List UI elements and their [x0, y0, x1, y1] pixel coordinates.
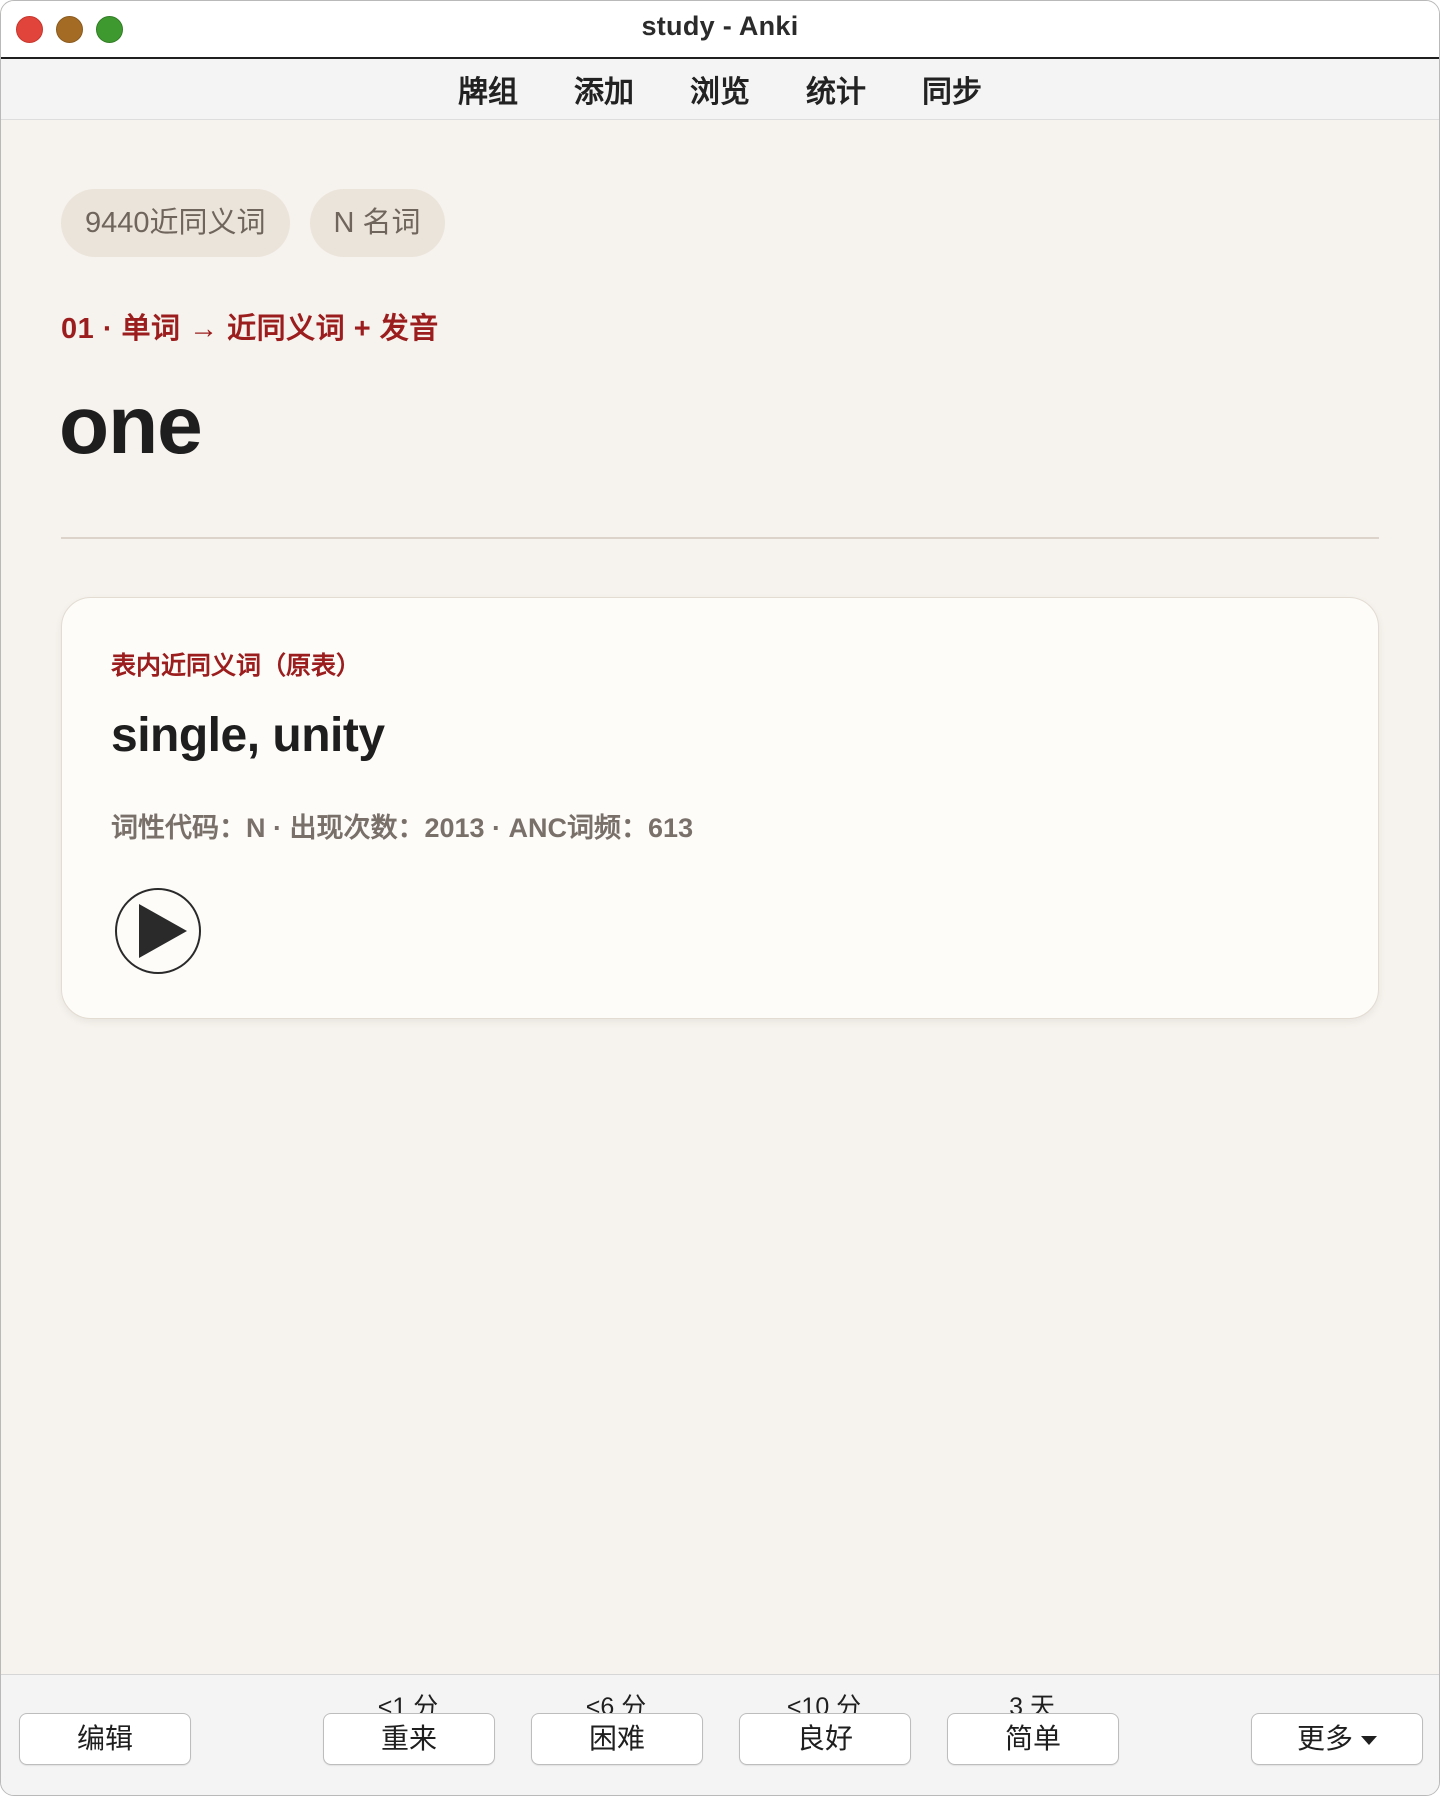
- more-button-label: 更多: [1296, 1723, 1353, 1754]
- tag-deck: 9440近同义词: [61, 189, 290, 257]
- nav-stats[interactable]: 统计: [778, 67, 894, 111]
- more-button[interactable]: 更多: [1251, 1713, 1423, 1765]
- easy-button[interactable]: 简单: [947, 1713, 1119, 1765]
- good-button[interactable]: 良好: [739, 1713, 911, 1765]
- edit-button[interactable]: 编辑: [19, 1713, 191, 1765]
- synonym-panel: 表内近同义词（原表） single, unity 词性代码：N · 出现次数：2…: [61, 597, 1379, 1019]
- headword: one: [59, 380, 203, 471]
- synonyms-text: single, unity: [111, 709, 385, 762]
- card-content: 9440近同义词 N 名词 01 · 单词 → 近同义词 + 发音 one 表内…: [1, 121, 1439, 1673]
- tag-list: 9440近同义词 N 名词: [61, 189, 445, 257]
- chevron-down-icon: [1361, 1736, 1377, 1746]
- top-nav: 牌组 添加 浏览 统计 同步: [1, 59, 1439, 120]
- nav-browse[interactable]: 浏览: [662, 67, 778, 111]
- hard-button[interactable]: 困难: [531, 1713, 703, 1765]
- title-bar: study - Anki: [1, 1, 1439, 59]
- play-audio-button[interactable]: [115, 888, 201, 974]
- window-title: study - Anki: [641, 11, 799, 41]
- synonym-panel-label: 表内近同义词（原表）: [111, 652, 362, 680]
- nav-add[interactable]: 添加: [546, 67, 662, 111]
- word-meta: 词性代码：N · 出现次数：2013 · ANC词频：613: [111, 813, 694, 843]
- nav-sync[interactable]: 同步: [894, 67, 1010, 111]
- tag-part-of-speech: N 名词: [309, 189, 445, 257]
- divider: [61, 537, 1379, 539]
- answer-bar: 编辑 <1 分 重来 <6 分 困难 <10 分 良好 3 天 简单 更多: [1, 1674, 1439, 1795]
- again-button[interactable]: 重来: [323, 1713, 495, 1765]
- play-icon: [139, 904, 187, 958]
- nav-decks[interactable]: 牌组: [430, 67, 546, 111]
- anki-window: study - Anki 牌组 添加 浏览 统计 同步 9440近同义词 N 名…: [0, 0, 1440, 1796]
- card-route: 01 · 单词 → 近同义词 + 发音: [61, 313, 439, 345]
